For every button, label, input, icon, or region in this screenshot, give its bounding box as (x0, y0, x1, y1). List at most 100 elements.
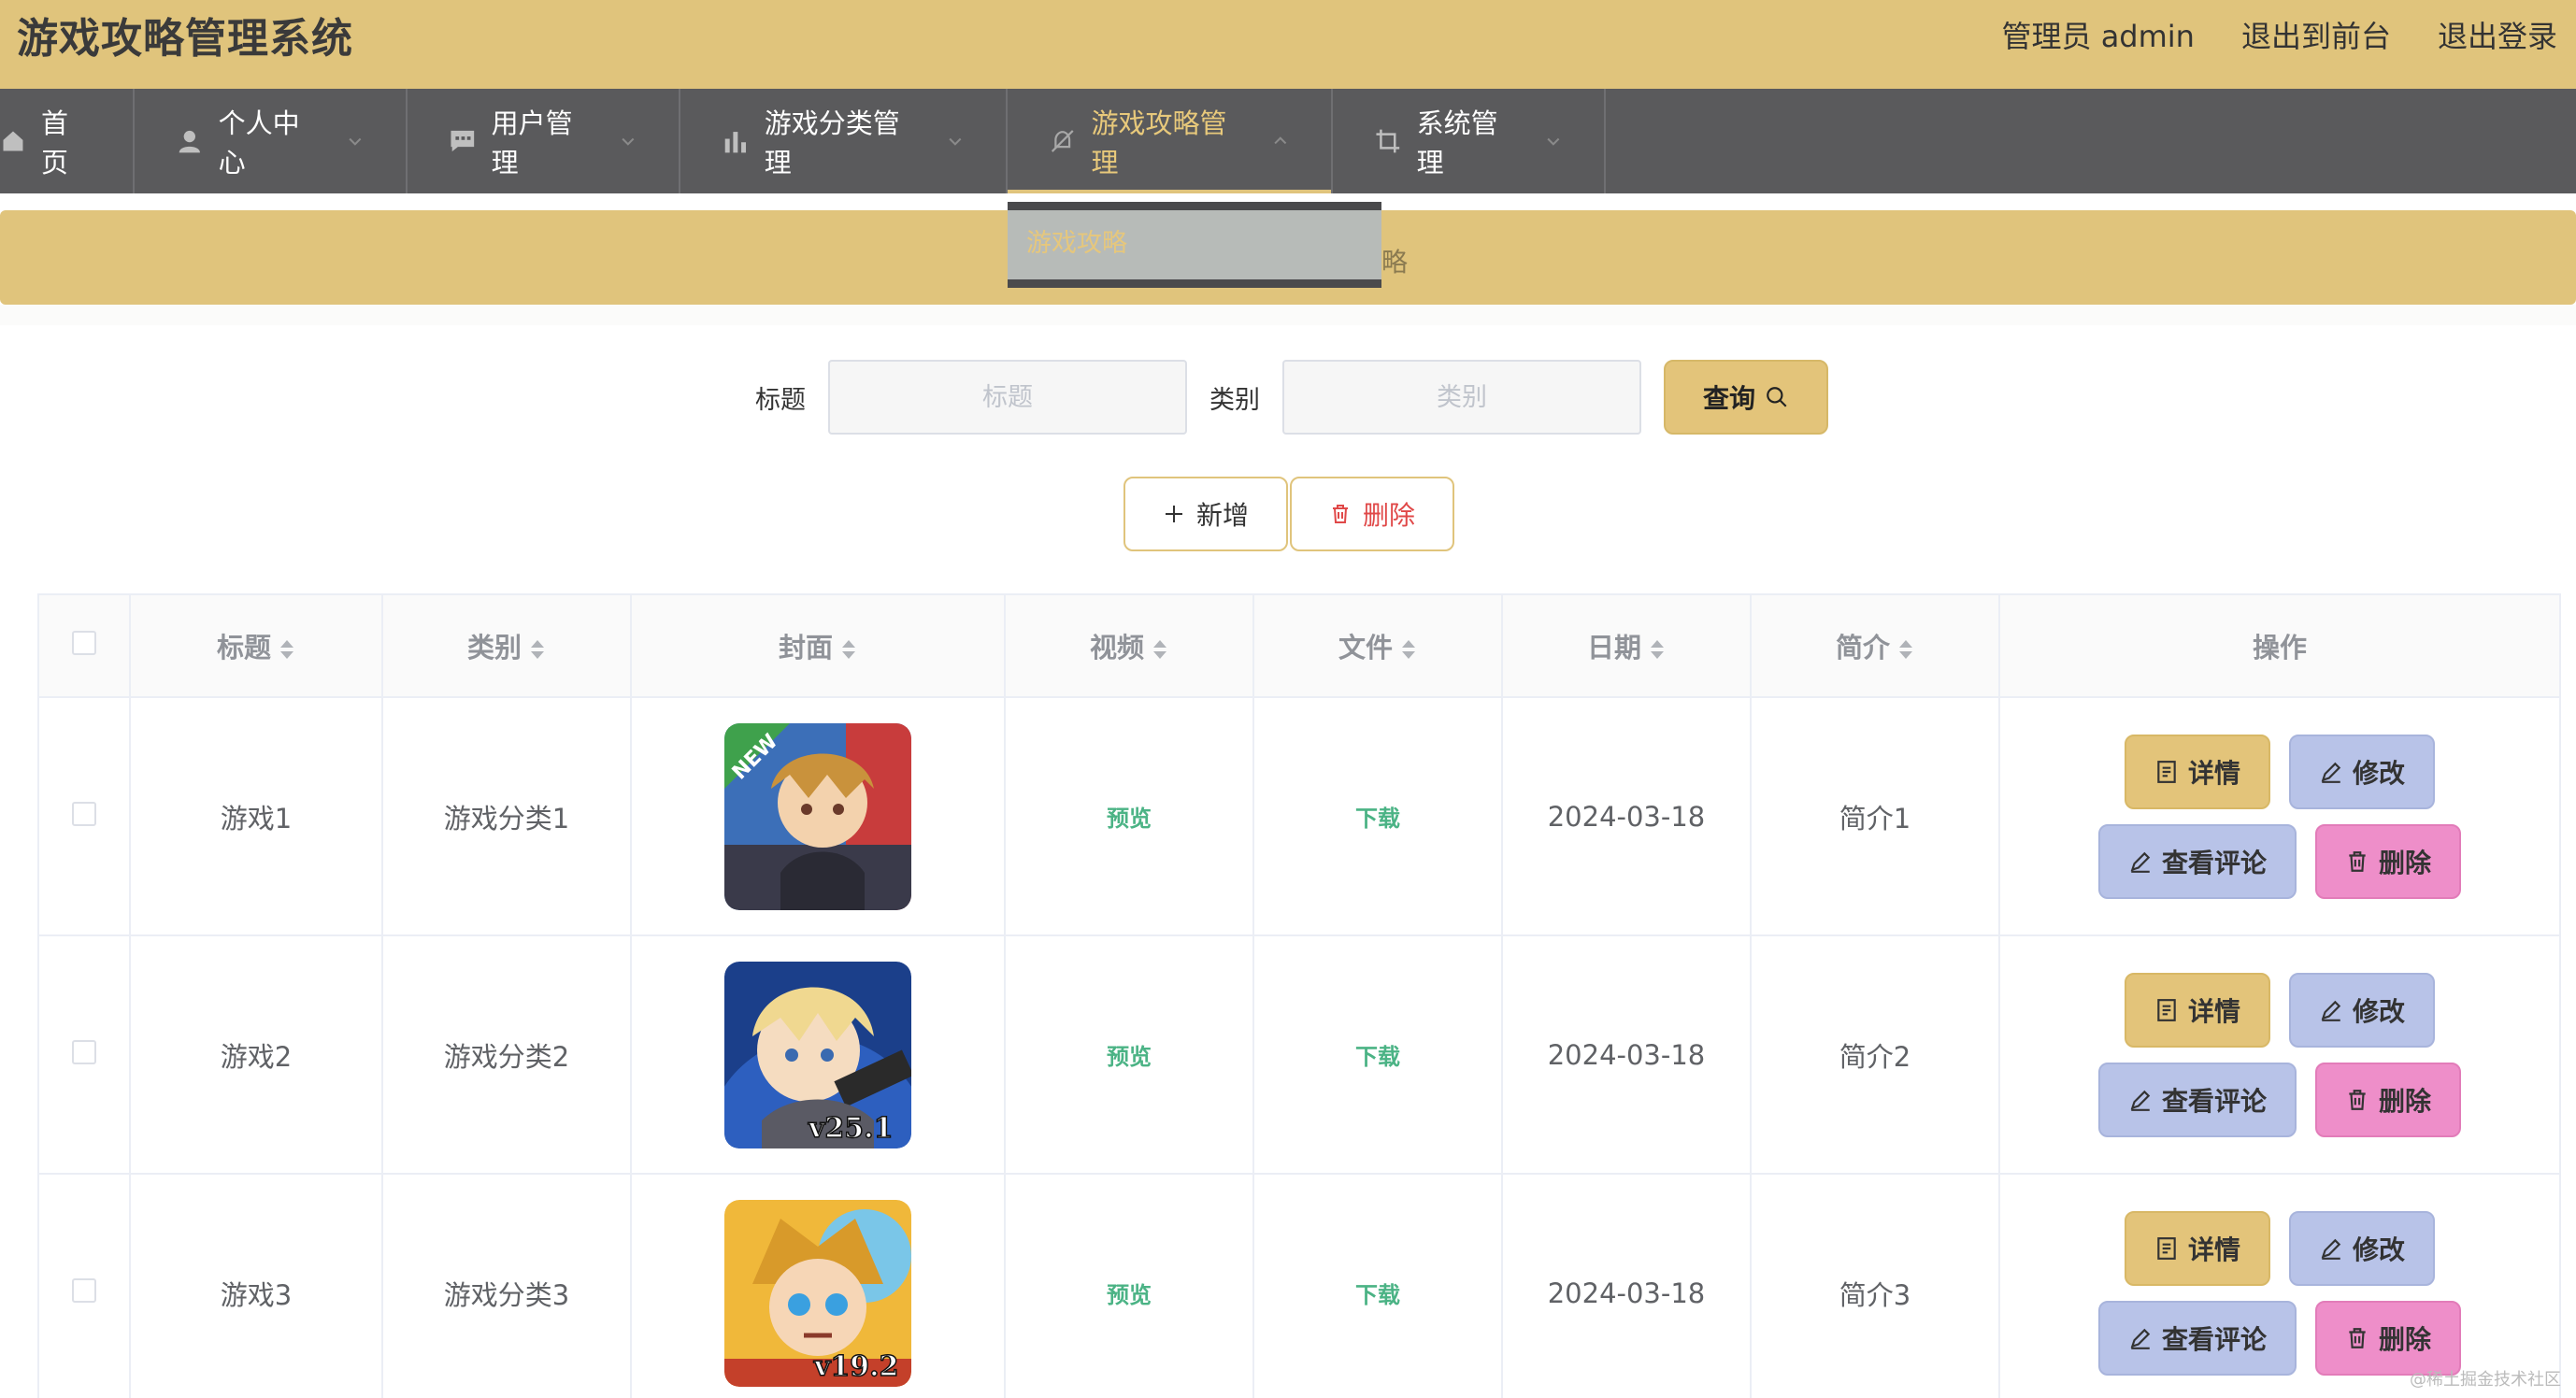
detail-button[interactable]: 详情 (2125, 1210, 2270, 1286)
nav-label: 游戏攻略管理 (1091, 107, 1227, 178)
cell-cover: v19.2 (630, 1173, 1006, 1398)
cell-date: 2024-03-18 (1501, 696, 1752, 936)
query-button[interactable]: 查询 (1664, 360, 1828, 435)
cover-image[interactable]: v25.1 (724, 961, 911, 1148)
column-header-title[interactable]: 标题 (129, 593, 383, 698)
video-preview-link[interactable]: 预览 (1107, 1044, 1152, 1070)
view-comments-button[interactable]: 查看评论 (2098, 1300, 2297, 1376)
action-bar: 新增 删除 (1123, 477, 1454, 551)
column-header-video[interactable]: 视频 (1004, 593, 1254, 698)
select-all-cell (37, 593, 131, 698)
chevron-down-icon (949, 137, 962, 146)
video-preview-link[interactable]: 预览 (1107, 806, 1152, 832)
logout-link[interactable]: 退出登录 (2438, 13, 2557, 56)
cell-file: 下载 (1252, 934, 1503, 1175)
category-input[interactable] (1282, 360, 1641, 435)
cell-category: 游戏分类3 (381, 1173, 632, 1398)
breadcrumb-text: 略 (1381, 247, 1409, 278)
row-checkbox[interactable] (72, 1277, 96, 1303)
edit-icon (2130, 1090, 2151, 1111)
column-header-file[interactable]: 文件 (1252, 593, 1503, 698)
file-download-link[interactable]: 下载 (1355, 1282, 1400, 1308)
guide-table: 标题 类别 封面 视频 文件 日期 简介 操作 游戏1 游戏分类1 NEW 预览… (37, 593, 2561, 1398)
add-button[interactable]: 新增 (1123, 477, 1288, 551)
chevron-down-icon (622, 137, 635, 146)
sort-icon (280, 640, 293, 659)
edit-icon (2321, 1000, 2341, 1021)
column-header-date[interactable]: 日期 (1501, 593, 1752, 698)
sort-icon (1402, 640, 1415, 659)
cell-intro: 简介1 (1750, 696, 2000, 936)
nav-item-home[interactable]: 首页 (0, 89, 135, 193)
nav-item-profile[interactable]: 个人中心 (135, 89, 408, 193)
file-download-link[interactable]: 下载 (1355, 1044, 1400, 1070)
row-checkbox[interactable] (72, 801, 96, 826)
edit-icon (2321, 762, 2341, 783)
cell-date: 2024-03-18 (1501, 1173, 1752, 1398)
plus-icon (1165, 506, 1182, 522)
video-preview-link[interactable]: 预览 (1107, 1282, 1152, 1308)
cover-badge: v25.1 (808, 1112, 894, 1145)
cell-cover: NEW (630, 696, 1006, 936)
bar-chart-icon (724, 132, 747, 153)
view-comments-button[interactable]: 查看评论 (2098, 1062, 2297, 1137)
delete-button[interactable]: 删除 (2315, 823, 2461, 899)
select-all-checkbox[interactable] (72, 631, 96, 655)
nav-item-game-category[interactable]: 游戏分类管理 (680, 89, 1008, 193)
file-download-link[interactable]: 下载 (1355, 806, 1400, 832)
nav-item-system[interactable]: 系统管理 (1333, 89, 1606, 193)
header-links: 管理员 admin 退出到前台 退出登录 (2002, 13, 2557, 56)
cell-file: 下载 (1252, 696, 1503, 936)
row-checkbox[interactable] (72, 1039, 96, 1064)
back-to-front-link[interactable]: 退出到前台 (2241, 13, 2391, 56)
cover-image[interactable]: NEW (724, 722, 911, 910)
document-icon (2157, 760, 2176, 783)
trash-icon (2349, 850, 2366, 872)
cell-ops: 详情 修改 查看评论 删除 (1998, 934, 2561, 1175)
chevron-down-icon (1547, 137, 1560, 146)
cell-video: 预览 (1004, 696, 1254, 936)
trash-icon (2349, 1089, 2366, 1110)
admin-label[interactable]: 管理员 admin (2002, 13, 2195, 56)
cover-image[interactable]: v19.2 (724, 1199, 911, 1387)
detail-button[interactable]: 详情 (2125, 734, 2270, 809)
delete-button[interactable]: 删除 (2315, 1300, 2461, 1376)
search-form: 标题 类别 查询 (755, 360, 1828, 435)
app-title: 游戏攻略管理系统 (17, 14, 353, 63)
watermark: @稀土掘金技术社区 (2410, 1370, 2561, 1390)
sort-icon (531, 640, 544, 659)
batch-delete-button[interactable]: 删除 (1290, 477, 1454, 551)
edit-button[interactable]: 修改 (2289, 734, 2435, 809)
nav-item-game-guide[interactable]: 游戏攻略管理 (1008, 89, 1333, 193)
nav-item-users[interactable]: 用户管理 (408, 89, 680, 193)
detail-button[interactable]: 详情 (2125, 972, 2270, 1048)
edit-icon (2130, 851, 2151, 873)
cell-title: 游戏3 (129, 1173, 383, 1398)
column-header-intro[interactable]: 简介 (1750, 593, 2000, 698)
main-nav: 首页 个人中心 用户管理 游戏分类管理 游戏攻略管理 系统管理 (0, 89, 2576, 193)
view-comments-button[interactable]: 查看评论 (2098, 823, 2297, 899)
submenu-item-game-guide[interactable]: 游戏攻略 (1026, 222, 1127, 259)
delete-button[interactable]: 删除 (2315, 1062, 2461, 1137)
sort-icon (842, 640, 855, 659)
nav-label: 用户管理 (491, 107, 573, 178)
bell-off-icon (1051, 130, 1074, 152)
category-label: 类别 (1209, 385, 1260, 415)
column-header-category[interactable]: 类别 (381, 593, 632, 698)
table-row: 游戏2 游戏分类2 v25.1 预览 下载 2024-03-18 简介2 详情 … (37, 934, 2561, 1175)
cell-date: 2024-03-18 (1501, 934, 1752, 1175)
chevron-down-icon (349, 137, 362, 146)
cell-file: 下载 (1252, 1173, 1503, 1398)
edit-icon (2321, 1238, 2341, 1260)
column-header-cover[interactable]: 封面 (630, 593, 1006, 698)
chevron-up-icon (1274, 136, 1287, 145)
edit-button[interactable]: 修改 (2289, 1210, 2435, 1286)
title-input[interactable] (828, 360, 1187, 435)
edit-icon (2130, 1328, 2151, 1349)
cell-video: 预览 (1004, 1173, 1254, 1398)
edit-button[interactable]: 修改 (2289, 972, 2435, 1048)
top-header: 游戏攻略管理系统 管理员 admin 退出到前台 退出登录 (0, 0, 2576, 89)
add-label: 新增 (1195, 500, 1249, 531)
table-row: 游戏3 游戏分类3 v19.2 预览 下载 2024-03-18 简介3 详情 … (37, 1173, 2561, 1398)
document-icon (2157, 1236, 2176, 1260)
